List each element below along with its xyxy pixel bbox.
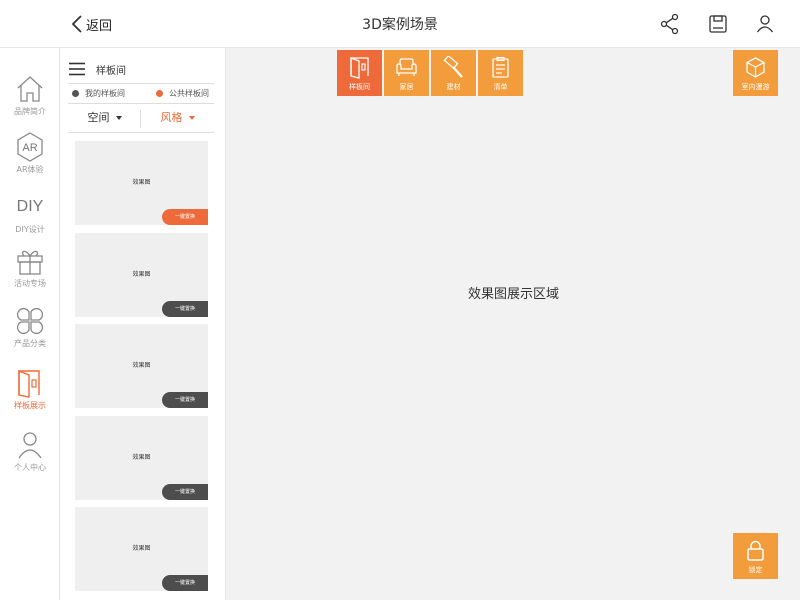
- nav-item-ar[interactable]: AR AR体验: [0, 132, 60, 175]
- caret-down-icon: [188, 116, 195, 120]
- card-caption: 效果图: [132, 545, 151, 552]
- filter-bar: 空间 风格: [68, 106, 214, 132]
- indoor-tour-button[interactable]: 室内漫游: [733, 50, 778, 96]
- cube-icon: [746, 57, 765, 78]
- sample-card[interactable]: 效果图 一键置换: [75, 507, 208, 591]
- sample-room-panel: 样板间 我的样板间 公共样板间 空间 风格 效果图 一键置换 效果图 一键置换 …: [60, 48, 226, 600]
- nav-item-profile[interactable]: 个人中心: [0, 430, 60, 473]
- nav-label-ar: AR体验: [16, 165, 44, 174]
- nav-item-showcase[interactable]: 样板展示: [0, 368, 60, 411]
- replace-button[interactable]: 一键置换: [162, 209, 208, 225]
- tool-label: 锁定: [748, 566, 763, 574]
- nav-label-diy: DIY设计: [15, 225, 45, 234]
- user-icon[interactable]: [754, 13, 776, 35]
- gift-icon: [17, 250, 43, 275]
- menu-icon[interactable]: [68, 62, 86, 76]
- save-icon[interactable]: [707, 13, 729, 35]
- replace-button[interactable]: 一键置换: [162, 301, 208, 317]
- tool-label: 清单: [493, 83, 508, 91]
- radio-dot-icon: [72, 90, 79, 97]
- tool-list[interactable]: 清单: [478, 50, 523, 96]
- sample-card[interactable]: 效果图 一键置换: [75, 141, 208, 225]
- divider: [68, 103, 214, 104]
- replace-button[interactable]: 一键置换: [162, 484, 208, 500]
- filter-label: 空间: [87, 111, 110, 124]
- tool-label: 室内漫游: [741, 83, 770, 91]
- share-icon[interactable]: [659, 13, 681, 35]
- lock-icon: [747, 540, 764, 561]
- panel-header: 样板间: [68, 58, 218, 80]
- panel-title: 样板间: [96, 65, 126, 77]
- category-icon: [17, 308, 43, 334]
- filter-space-dropdown[interactable]: 空间: [68, 106, 141, 132]
- tool-label: 家居: [399, 83, 414, 91]
- door-icon: [350, 57, 369, 79]
- nav-label-brand: 品牌简介: [14, 107, 46, 116]
- lock-button[interactable]: 锁定: [733, 533, 778, 579]
- diy-icon: DIY: [16, 198, 44, 215]
- radio-my-samples[interactable]: 我的样板间: [72, 88, 125, 99]
- tool-label: 建材: [446, 83, 461, 91]
- filter-style-dropdown[interactable]: 风格: [141, 106, 214, 132]
- nav-item-activity[interactable]: 活动专场: [0, 246, 60, 289]
- replace-button[interactable]: 一键置换: [162, 575, 208, 591]
- card-caption: 效果图: [132, 454, 151, 461]
- divider: [68, 132, 214, 133]
- person-icon: [18, 432, 42, 459]
- caret-down-icon: [115, 116, 122, 120]
- nav-label-category: 产品分类: [14, 339, 46, 348]
- home-icon: [17, 76, 43, 102]
- sample-card[interactable]: 效果图 一键置换: [75, 324, 208, 408]
- radio-dot-icon: [156, 90, 163, 97]
- nav-label-showcase: 样板展示: [14, 401, 46, 410]
- radio-public-samples[interactable]: 公共样板间: [156, 88, 209, 99]
- card-caption: 效果图: [132, 362, 151, 369]
- top-bar: 返回 3D案例场景: [0, 0, 800, 48]
- card-caption: 效果图: [132, 271, 151, 278]
- ar-icon: AR: [17, 132, 43, 162]
- tool-sample-room[interactable]: 样板间: [337, 50, 382, 96]
- svg-text:AR: AR: [22, 142, 37, 154]
- tool-building-materials[interactable]: 建材: [431, 50, 476, 96]
- left-nav: 品牌简介 AR AR体验 DIY DIY设计 活动专场 产品分类 样板展示 个人…: [0, 48, 60, 600]
- sofa-icon: [396, 58, 417, 76]
- door-icon: [18, 369, 40, 398]
- card-caption: 效果图: [132, 179, 151, 186]
- source-radio-group: 我的样板间 公共样板间: [70, 88, 216, 102]
- nav-item-brand[interactable]: 品牌简介: [0, 74, 60, 117]
- radio-label: 公共样板间: [169, 89, 209, 98]
- render-display-area: 效果图展示区域: [467, 287, 559, 302]
- nav-label-profile: 个人中心: [14, 463, 46, 472]
- tool-label: 样板间: [349, 83, 370, 91]
- sample-card[interactable]: 效果图 一键置换: [75, 416, 208, 500]
- radio-label: 我的样板间: [85, 89, 125, 98]
- nav-item-diy[interactable]: DIY DIY设计: [0, 192, 60, 235]
- nav-item-category[interactable]: 产品分类: [0, 306, 60, 349]
- divider: [68, 83, 214, 84]
- sample-card[interactable]: 效果图 一键置换: [75, 233, 208, 317]
- nav-label-activity: 活动专场: [14, 279, 46, 288]
- tool-furniture[interactable]: 家居: [384, 50, 429, 96]
- hammer-icon: [443, 56, 463, 78]
- filter-label: 风格: [160, 111, 183, 124]
- list-icon: [492, 56, 509, 78]
- filter-divider: [140, 110, 141, 128]
- replace-button[interactable]: 一键置换: [162, 392, 208, 408]
